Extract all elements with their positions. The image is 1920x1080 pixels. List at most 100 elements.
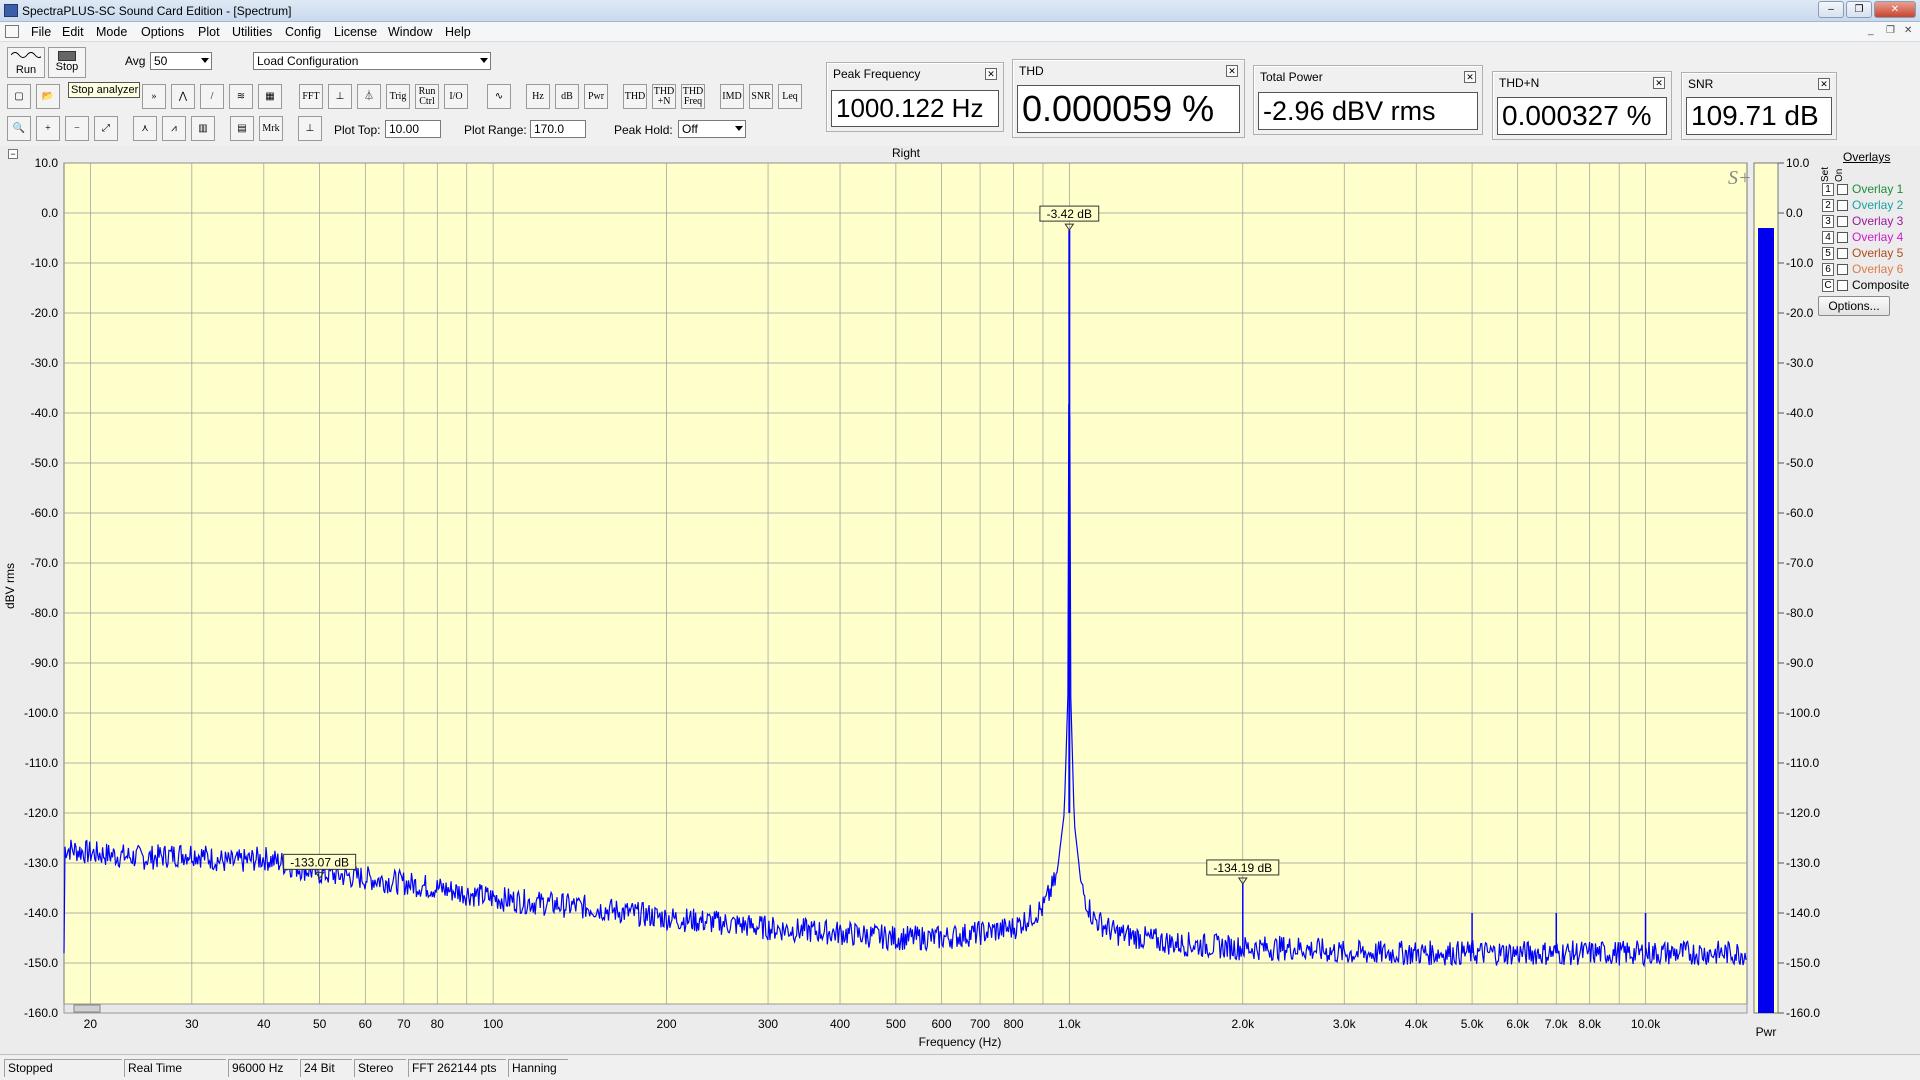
overlay-on-checkbox[interactable] (1837, 184, 1848, 195)
overlay-set-button[interactable]: 5 (1822, 247, 1834, 260)
stop-label: Stop (55, 61, 79, 73)
mrk-button[interactable]: Mrk (259, 116, 283, 141)
menu-plot[interactable]: Plot (198, 25, 220, 39)
x-tick-label: 100 (483, 1017, 503, 1031)
plot-area[interactable] (63, 162, 1748, 1014)
snr-button[interactable]: SNR (749, 84, 773, 109)
menu-utilities[interactable]: Utilities (232, 25, 272, 39)
status-state: Stopped (4, 1059, 122, 1077)
zoom-in-x-icon[interactable]: + (36, 116, 60, 141)
overlay-on-checkbox[interactable] (1837, 280, 1848, 291)
zoom-icon[interactable]: 🔍 (7, 116, 31, 141)
menu-help[interactable]: Help (445, 25, 471, 39)
x-tick-label: 8.0k (1578, 1017, 1602, 1031)
slope-icon[interactable]: / (200, 84, 224, 109)
thd-freq-button[interactable]: THD Freq (681, 84, 705, 109)
y-tick-label: -30.0 (31, 356, 59, 370)
x-tick-label: 50 (313, 1017, 327, 1031)
pwr-button[interactable]: Pwr (584, 84, 608, 109)
imd-button[interactable]: IMD (720, 84, 744, 109)
fft-button[interactable]: FFT (299, 84, 323, 109)
open-file-icon[interactable]: 📂 (36, 84, 60, 109)
overlay-on-checkbox[interactable] (1837, 200, 1848, 211)
spectraplus-logo: S+ (1728, 167, 1752, 189)
x-tick-label: 20 (84, 1017, 98, 1031)
overlay-on-checkbox[interactable] (1837, 248, 1848, 259)
thd-n-button[interactable]: THD +N (652, 84, 676, 109)
meter-title: Total Power (1260, 70, 1323, 84)
menu-window[interactable]: Window (388, 25, 432, 39)
plot-range-input[interactable]: 170.0 (530, 120, 586, 138)
horizontal-scrollbar[interactable] (63, 1003, 1748, 1014)
close-icon[interactable]: ✕ (1818, 78, 1830, 90)
fast-forward-icon[interactable]: » (142, 84, 166, 109)
overlay-set-button[interactable]: 4 (1822, 231, 1834, 244)
hz-button[interactable]: Hz (526, 84, 550, 109)
io-button[interactable]: I/O (444, 84, 468, 109)
line-plot-icon[interactable]: ⋏ (133, 116, 157, 141)
menu-options[interactable]: Options (141, 25, 184, 39)
peak-plot-icon[interactable]: ⩘ (162, 116, 186, 141)
menu-license[interactable]: License (334, 25, 377, 39)
mdi-restore-button[interactable]: ❐ (1886, 25, 1895, 36)
plot-top-input[interactable]: 10.00 (385, 120, 441, 138)
signal-generator-icon[interactable]: ∿ (487, 84, 511, 109)
x-tick-label: 60 (359, 1017, 373, 1031)
new-file-icon[interactable]: ▢ (7, 84, 31, 109)
window-icon[interactable]: ⊥ (328, 84, 352, 109)
zoom-out-x-icon[interactable]: − (65, 116, 89, 141)
overlay-set-button[interactable]: 6 (1822, 263, 1834, 276)
run-button[interactable]: Run (7, 47, 45, 78)
overlay-options-button[interactable]: Options... (1818, 296, 1890, 316)
peak-hold-select[interactable]: Off (678, 120, 746, 138)
avg-select[interactable]: 50 (150, 52, 212, 70)
document-icon[interactable] (5, 25, 19, 38)
scrollbar-thumb[interactable] (73, 1004, 101, 1013)
x-tick-label: 700 (970, 1017, 990, 1031)
status-mode: Real Time (124, 1059, 226, 1077)
minimize-button[interactable]: – (1818, 1, 1844, 18)
panel-icon[interactable]: ▤ (230, 116, 254, 141)
menu-config[interactable]: Config (285, 25, 321, 39)
leq-button[interactable]: Leq (778, 84, 802, 109)
overlay-set-button[interactable]: 3 (1822, 215, 1834, 228)
x-tick-label: 1.0k (1058, 1017, 1082, 1031)
thd-button[interactable]: THD (623, 84, 647, 109)
cursor-icon[interactable]: ⊥ (298, 116, 322, 141)
close-button[interactable]: ✕ (1874, 1, 1916, 18)
close-icon[interactable]: ✕ (1653, 77, 1665, 89)
menu-edit[interactable]: Edit (62, 25, 84, 39)
bar-plot-icon[interactable]: ▥ (191, 116, 215, 141)
close-icon[interactable]: ✕ (1464, 71, 1476, 83)
trig-button[interactable]: Trig (386, 84, 410, 109)
config-select[interactable]: Load Configuration (253, 52, 491, 70)
maximize-button[interactable]: ❐ (1846, 1, 1872, 18)
overlay-label: Overlay 4 (1852, 230, 1904, 244)
x-tick-label: 10.0k (1631, 1017, 1661, 1031)
menu-mode[interactable]: Mode (96, 25, 127, 39)
3d-surface-icon[interactable]: ▦ (258, 84, 282, 109)
overlay-set-button[interactable]: 1 (1822, 183, 1834, 196)
close-icon[interactable]: ✕ (1226, 65, 1238, 77)
meter-title: THD+N (1499, 76, 1540, 90)
overlay-on-checkbox[interactable] (1837, 216, 1848, 227)
y-axis-ticks: 10.0 0.0 -10.0 -20.0 -30.0 -40.0 -50.0 -60.0 -70… (24, 156, 58, 1020)
overlay-set-button[interactable]: 2 (1822, 199, 1834, 212)
spectrum-chart[interactable]: Right 10.00.0-10.0-20.0-30.0-40.0-50.0-6… (0, 146, 1920, 1054)
overlay-set-button[interactable]: C (1822, 279, 1834, 292)
close-icon[interactable]: ✕ (985, 68, 997, 80)
zoom-full-icon[interactable]: ⤢ (94, 116, 118, 141)
db-button[interactable]: dB (555, 84, 579, 109)
overlay-on-checkbox[interactable] (1837, 232, 1848, 243)
run-ctrl-button[interactable]: Run Ctrl (415, 84, 439, 109)
stop-button[interactable]: Stop (48, 47, 86, 78)
overlay-on-checkbox[interactable] (1837, 264, 1848, 275)
mdi-close-button[interactable]: ✕ (1904, 25, 1912, 36)
pwr-tick-label: -60.0 (1786, 506, 1814, 520)
waveform-icon[interactable]: ⋀ (171, 84, 195, 109)
trigger-icon[interactable]: ⏃ (357, 84, 381, 109)
spectrogram-icon[interactable]: ≋ (229, 84, 253, 109)
mdi-minimize-button[interactable]: _ (1868, 25, 1874, 36)
overlay-label: Overlay 1 (1852, 182, 1904, 196)
menu-file[interactable]: File (31, 25, 51, 39)
